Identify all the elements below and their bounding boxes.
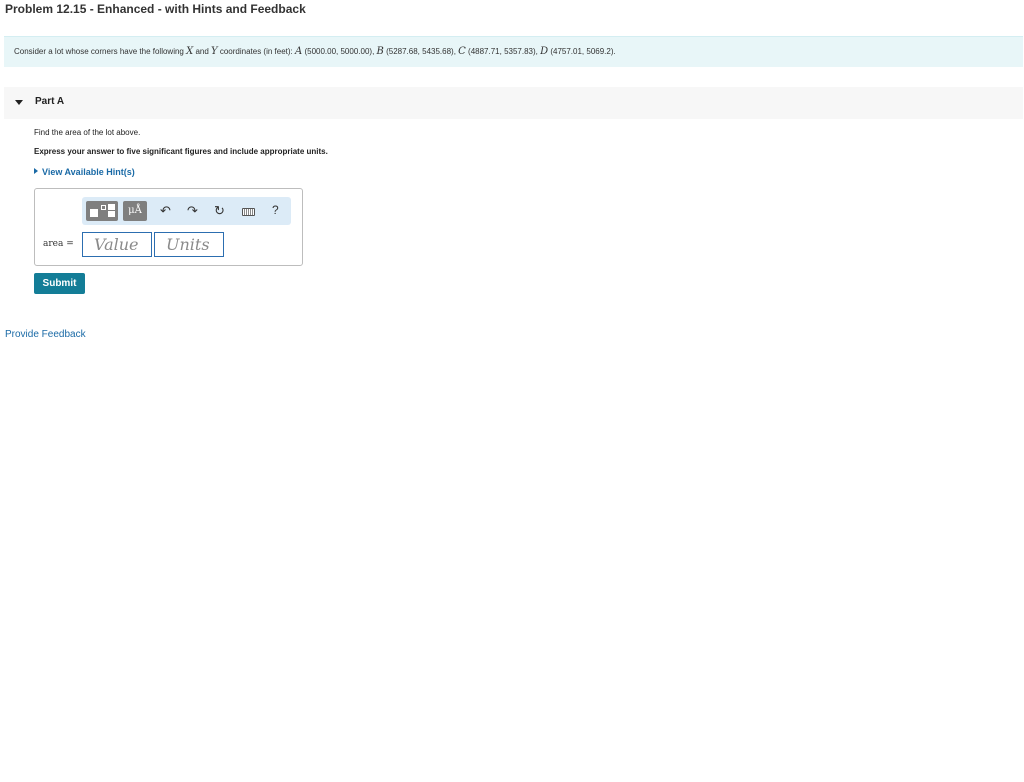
collapse-arrow-icon[interactable] <box>15 100 23 105</box>
help-icon[interactable]: ? <box>272 203 279 217</box>
units-input[interactable] <box>154 232 224 257</box>
point-c-label: C <box>458 46 466 57</box>
symbols-button[interactable]: μÅ <box>123 201 147 221</box>
statement-and: and <box>193 47 212 56</box>
answer-instruction: Express your answer to five significant … <box>34 147 328 156</box>
provide-feedback-link[interactable]: Provide Feedback <box>5 329 86 340</box>
statement-coords-intro: coordinates (in feet): <box>217 47 295 56</box>
point-c-coords: (4887.71, 5357.83), <box>465 47 541 56</box>
math-toolbar: μÅ ↶ ↷ ↻ ? <box>82 197 291 225</box>
problem-title: Problem 12.15 - Enhanced - with Hints an… <box>5 2 306 16</box>
statement-prefix: Consider a lot whose corners have the fo… <box>14 47 187 56</box>
templates-button[interactable] <box>86 201 118 221</box>
value-input[interactable] <box>82 232 152 257</box>
template-small-box-icon <box>101 205 106 210</box>
point-d-coords: (4757.01, 5069.2). <box>548 47 616 56</box>
template-block-icon <box>90 209 98 217</box>
view-hints-link[interactable]: View Available Hint(s) <box>34 167 135 177</box>
answer-box: μÅ ↶ ↷ ↻ ? area = <box>34 188 303 266</box>
keyboard-icon[interactable] <box>242 208 255 216</box>
question-text: Find the area of the lot above. <box>34 128 141 137</box>
part-a-header[interactable]: Part A <box>4 87 1023 119</box>
problem-statement-box: Consider a lot whose corners have the fo… <box>4 36 1023 67</box>
submit-button[interactable]: Submit <box>34 273 85 294</box>
undo-icon[interactable]: ↶ <box>160 203 171 219</box>
y-variable: Y <box>211 46 218 57</box>
view-hints-label: View Available Hint(s) <box>42 167 135 177</box>
point-b-coords: (5287.68, 5435.68), <box>383 47 459 56</box>
redo-icon[interactable]: ↷ <box>187 203 198 219</box>
point-a-coords: (5000.00, 5000.00), <box>302 47 377 56</box>
problem-statement: Consider a lot whose corners have the fo… <box>14 46 616 57</box>
expand-triangle-icon <box>34 168 38 174</box>
point-d-label: D <box>540 46 549 57</box>
reset-icon[interactable]: ↻ <box>214 203 225 219</box>
part-a-label: Part A <box>35 96 65 107</box>
point-b-label: B <box>376 46 384 57</box>
template-fraction-icon <box>108 204 115 217</box>
area-variable-label: area = <box>43 239 74 249</box>
